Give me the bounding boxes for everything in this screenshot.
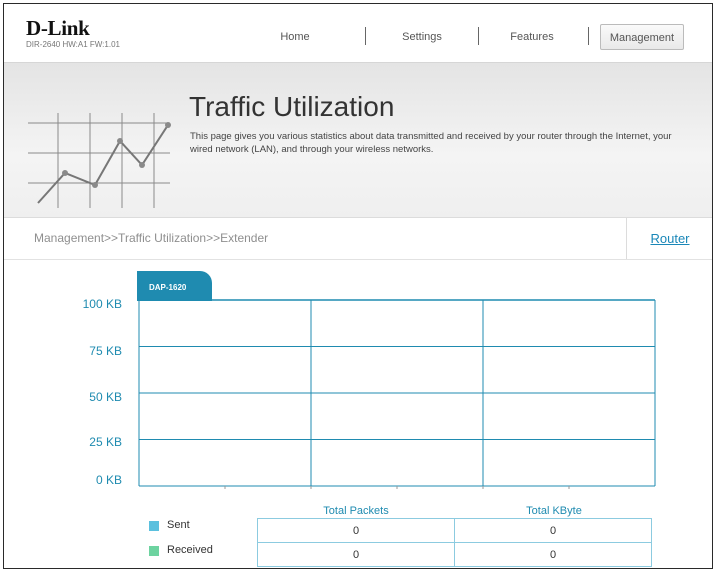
stats-table: 0 0 0 0 <box>257 518 652 567</box>
received-legend-label: Received <box>167 544 213 556</box>
sent-packets: 0 <box>257 518 455 543</box>
received-legend-swatch <box>149 546 159 556</box>
sent-kbyte: 0 <box>454 518 652 543</box>
col-header-packets: Total Packets <box>323 505 389 517</box>
sent-legend-label: Sent <box>167 519 190 531</box>
table-row: 0 0 <box>257 518 652 543</box>
browser-frame: D-Link DIR-2640 HW:A1 FW:1.01 Home Setti… <box>3 3 713 569</box>
traffic-chart <box>138 299 656 489</box>
table-row: 0 0 <box>257 542 652 567</box>
sent-legend-swatch <box>149 521 159 531</box>
received-packets: 0 <box>257 542 455 567</box>
received-kbyte: 0 <box>454 542 652 567</box>
col-header-kbyte: Total KByte <box>526 505 582 517</box>
